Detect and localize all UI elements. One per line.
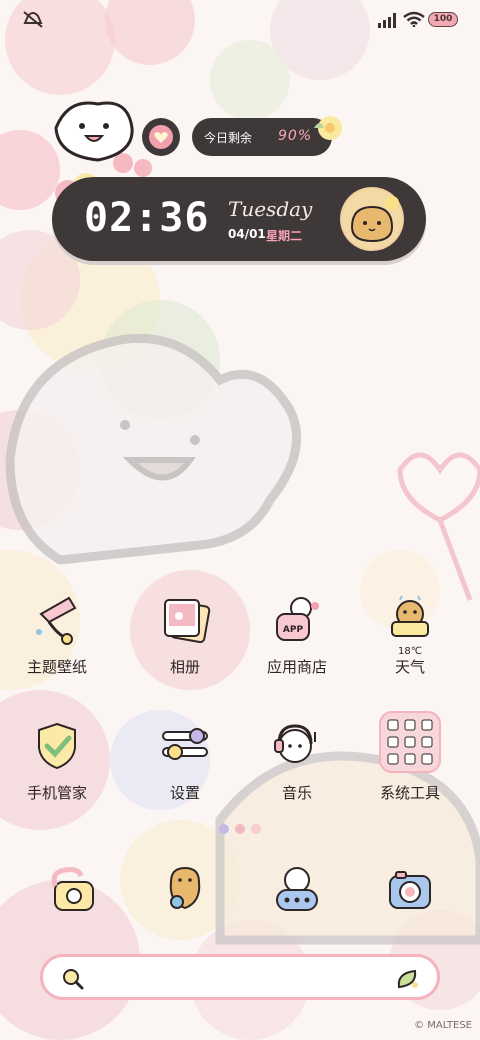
app-label: 手机管家	[26, 784, 87, 802]
weather-icon: 18℃	[382, 592, 438, 657]
battery-indicator: 100	[428, 12, 458, 27]
app-label: 天气	[394, 658, 425, 676]
app-phone-manager[interactable]: 手机管家	[2, 718, 112, 803]
clock-weekday: Tuesday	[228, 197, 313, 221]
system-tools-folder-icon	[378, 710, 442, 774]
search-bar[interactable]	[40, 954, 440, 1000]
weather-temperature: 18℃	[398, 646, 422, 657]
clock-date: 04/01	[228, 227, 266, 241]
assistant-leaf-icon[interactable]	[395, 967, 421, 991]
app-label: 应用商店	[266, 658, 327, 676]
app-label: 设置	[169, 784, 200, 802]
phone-icon	[45, 862, 101, 918]
app-system-tools-folder[interactable]: 系统工具	[355, 710, 465, 803]
contacts-icon	[157, 862, 213, 918]
flower-icon	[314, 116, 342, 140]
clock-widget[interactable]: 02:36 Tuesday 04/01 星期二	[52, 177, 426, 261]
page-indicator	[219, 824, 261, 834]
svg-text:APP: APP	[283, 625, 304, 635]
app-music[interactable]: 音乐	[242, 718, 352, 803]
clock-weekday-cn: 星期二	[266, 229, 303, 243]
app-app-store[interactable]: APP 应用商店	[242, 592, 352, 677]
wifi-icon	[403, 11, 425, 27]
remaining-label: 今日剩余	[204, 131, 253, 145]
mute-icon	[23, 11, 43, 28]
copyright-text: © MALTESE	[414, 1020, 472, 1031]
camera-icon	[382, 862, 438, 918]
dock-camera[interactable]	[355, 862, 465, 918]
app-weather[interactable]: 18℃ 天气	[355, 592, 465, 677]
dock-phone[interactable]	[18, 862, 128, 918]
progress-ring-widget[interactable]	[142, 118, 180, 156]
messages-icon	[269, 862, 325, 918]
settings-icon	[157, 718, 213, 774]
photo-album-icon	[157, 592, 213, 648]
clock-time: 02:36	[84, 195, 210, 241]
search-icon[interactable]	[61, 967, 85, 991]
puppy-avatar-icon	[340, 187, 404, 251]
dock-contacts[interactable]	[130, 862, 240, 918]
app-label: 音乐	[281, 784, 312, 802]
app-store-icon: APP	[269, 592, 325, 648]
app-label: 相册	[169, 658, 200, 676]
status-bar: 100	[0, 0, 480, 40]
signal-icon	[378, 13, 396, 28]
heart-icon	[149, 125, 173, 149]
music-icon	[269, 718, 325, 774]
theme-wallpaper-icon	[29, 592, 85, 648]
app-settings[interactable]: 设置	[130, 718, 240, 803]
app-theme-wallpaper[interactable]: 主题壁纸	[2, 592, 112, 677]
app-photo-album[interactable]: 相册	[130, 592, 240, 677]
remaining-percent: 90%	[278, 128, 313, 144]
app-label: 主题壁纸	[26, 658, 87, 676]
dock-messages[interactable]	[242, 862, 352, 918]
phone-manager-icon	[29, 718, 85, 774]
app-label: 系统工具	[379, 784, 440, 802]
